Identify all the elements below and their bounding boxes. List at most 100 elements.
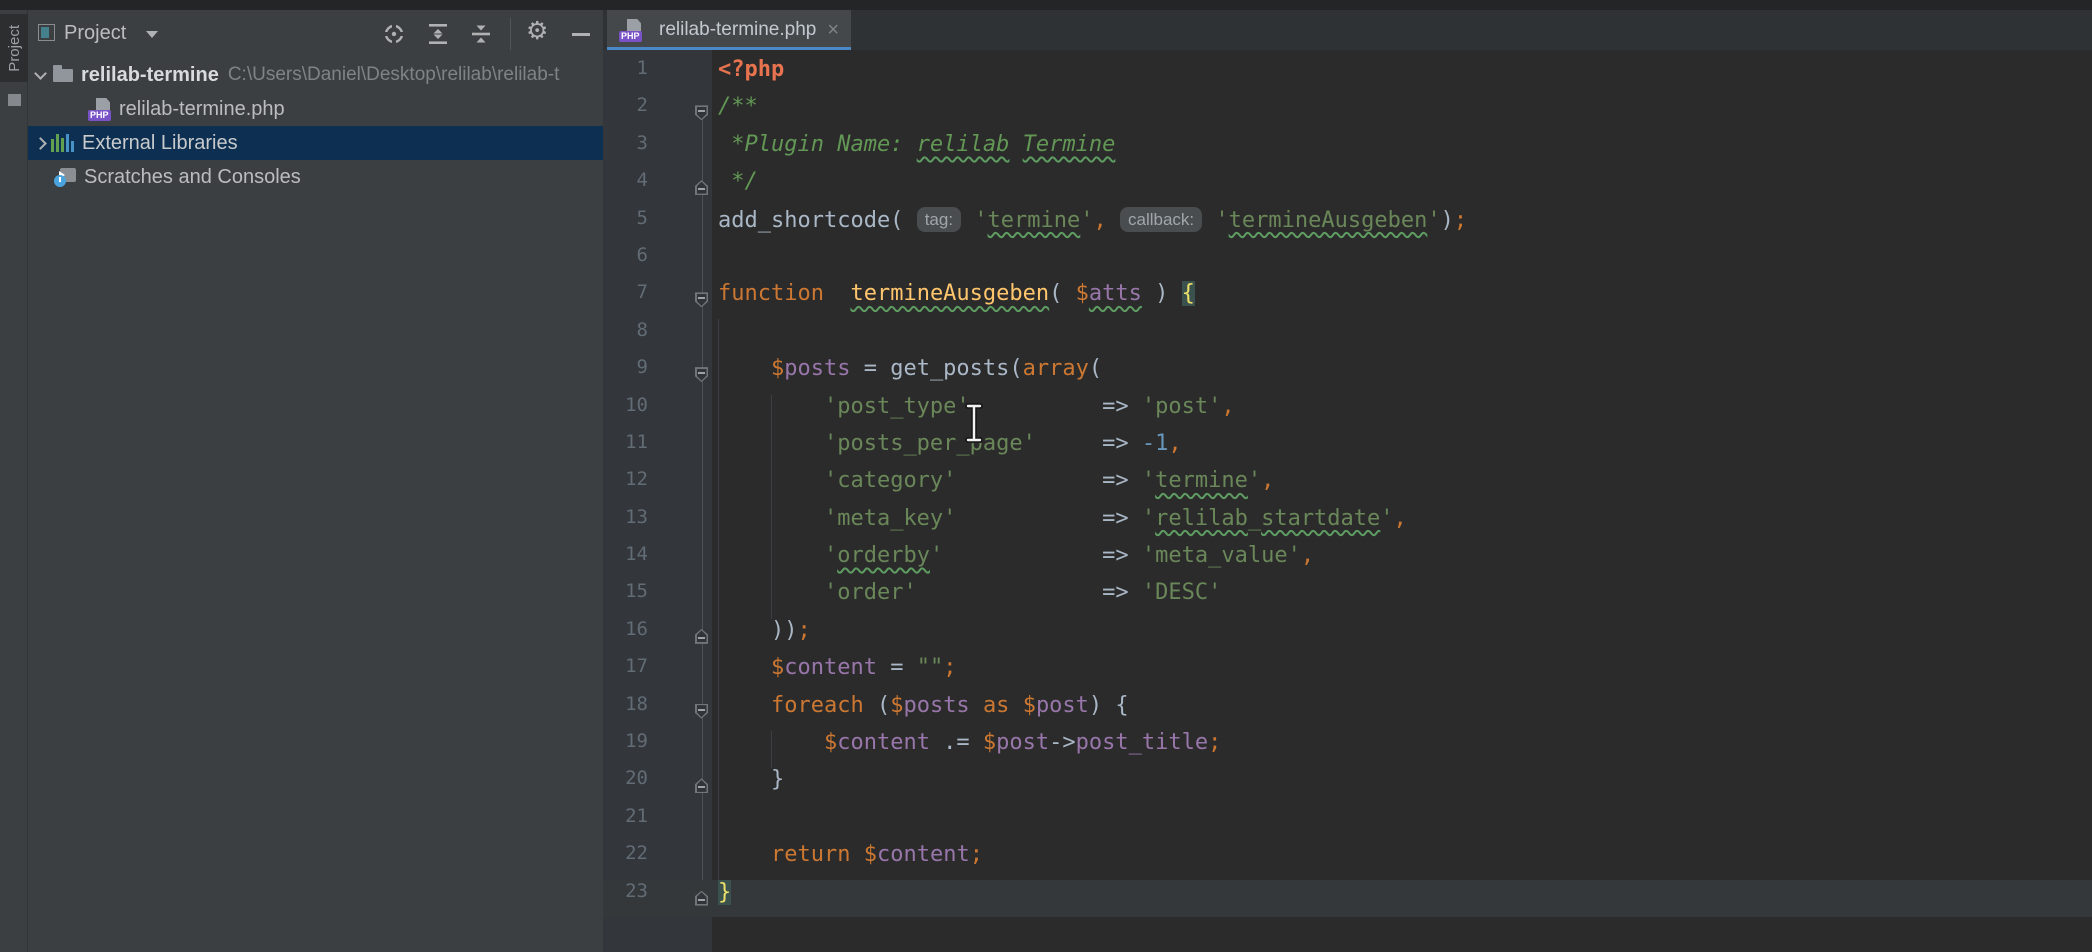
chevron-down-icon[interactable] [34, 67, 47, 80]
fold-marker-icon[interactable] [695, 629, 708, 644]
line-number: 7 [603, 281, 648, 318]
stripe-tab-icon[interactable] [8, 94, 21, 106]
code-text: )); [712, 618, 811, 655]
tree-scratches-label: Scratches and Consoles [84, 166, 301, 189]
fold-column [648, 207, 712, 244]
code-line[interactable]: 19 $content .= $post->post_title; [603, 730, 2092, 767]
code-text: 'orderby' => 'meta_value', [712, 543, 1314, 580]
project-tool-window-icon [38, 24, 55, 41]
code-line[interactable]: 3 *Plugin Name: relilab Termine [603, 132, 2092, 169]
tree-root-label: relilab-termine [81, 64, 219, 87]
line-number: 2 [603, 94, 648, 131]
line-number: 6 [603, 244, 648, 281]
line-number: 23 [603, 880, 648, 917]
code-line[interactable]: 20 } [603, 767, 2092, 804]
line-number: 13 [603, 506, 648, 543]
fold-marker-icon[interactable] [695, 292, 708, 307]
code-text: /** [712, 94, 758, 131]
code-text: <?php [712, 57, 784, 94]
code-text: $posts = get_posts(array( [712, 356, 1102, 393]
tree-row-external-libraries[interactable]: External Libraries [28, 126, 603, 160]
chevron-right-icon[interactable] [34, 137, 47, 150]
code-editor[interactable]: 1<?php2/**3 *Plugin Name: relilab Termin… [603, 50, 2092, 952]
code-line[interactable]: 10 'post_type' => 'post', [603, 394, 2092, 431]
tree-file-label: relilab-termine.php [119, 98, 285, 121]
code-line[interactable]: 21 [603, 805, 2092, 842]
fold-marker-icon[interactable] [695, 891, 708, 906]
tab-relilab-termine-php[interactable]: PHP relilab-termine.php × [607, 10, 851, 50]
code-line[interactable]: 1<?php [603, 57, 2092, 94]
code-line[interactable]: 9 $posts = get_posts(array( [603, 356, 2092, 393]
fold-marker-icon[interactable] [695, 367, 708, 382]
line-number: 8 [603, 319, 648, 356]
fold-column [648, 94, 712, 131]
code-text: function termineAusgeben( $atts ) { [712, 281, 1195, 318]
stripe-tab-project-label: Project [6, 25, 23, 72]
fold-column [648, 57, 712, 94]
code-text [712, 805, 718, 842]
fold-column [648, 281, 712, 318]
code-text: foreach ($posts as $post) { [712, 693, 1129, 730]
locate-file-icon[interactable] [381, 21, 407, 47]
expand-all-icon[interactable] [425, 21, 451, 47]
fold-marker-icon[interactable] [695, 105, 708, 120]
line-number: 3 [603, 132, 648, 169]
php-file-icon: PHP [619, 19, 643, 42]
code-line[interactable]: 7 function termineAusgeben( $atts ) { [603, 281, 2092, 318]
line-number: 16 [603, 618, 648, 655]
code-line[interactable]: 16 )); [603, 618, 2092, 655]
stripe-tab-project[interactable]: Project [0, 14, 28, 82]
fold-column [648, 805, 712, 842]
code-line[interactable]: 5add_shortcode( tag: 'termine', callback… [603, 207, 2092, 244]
text-cursor [962, 402, 986, 444]
tree-row-php-file[interactable]: PHP relilab-termine.php [28, 92, 603, 126]
code-text: *Plugin Name: relilab Termine [712, 132, 1115, 169]
line-number: 4 [603, 169, 648, 206]
fold-column [648, 880, 712, 917]
line-number: 10 [603, 394, 648, 431]
fold-column [648, 132, 712, 169]
code-line[interactable]: 18 foreach ($posts as $post) { [603, 693, 2092, 730]
code-text [712, 244, 718, 281]
fold-marker-icon[interactable] [695, 704, 708, 719]
fold-marker-icon[interactable] [695, 778, 708, 793]
line-number: 21 [603, 805, 648, 842]
chevron-down-icon[interactable] [146, 31, 158, 38]
code-line[interactable]: 6 [603, 244, 2092, 281]
collapse-all-icon[interactable] [468, 21, 494, 47]
code-line[interactable]: 4 */ [603, 169, 2092, 206]
tree-row-scratches[interactable]: Scratches and Consoles [28, 160, 603, 194]
code-line[interactable]: 13 'meta_key' => 'relilab_startdate', [603, 506, 2092, 543]
fold-column [648, 319, 712, 356]
fold-column [648, 244, 712, 281]
tree-root-path: C:\Users\Daniel\Desktop\relilab\relilab-… [228, 64, 560, 86]
tab-label: relilab-termine.php [659, 19, 816, 41]
code-line[interactable]: 17 $content = ""; [603, 655, 2092, 692]
fold-column [648, 693, 712, 730]
fold-column [648, 356, 712, 393]
fold-column [648, 543, 712, 580]
close-icon[interactable]: × [827, 19, 839, 42]
code-line[interactable]: 23} [603, 880, 2092, 917]
code-line[interactable]: 11 'posts_per_page' => -1, [603, 431, 2092, 468]
fold-column [648, 730, 712, 767]
fold-marker-icon[interactable] [695, 180, 708, 195]
settings-gear-icon[interactable]: ⚙ [526, 16, 548, 45]
fold-column [648, 506, 712, 543]
code-line[interactable]: 2 /** [603, 94, 2092, 131]
hide-panel-icon[interactable] [572, 33, 590, 36]
line-number: 15 [603, 580, 648, 617]
code-text: } [712, 880, 731, 917]
tree-row-project-root[interactable]: relilab-termine C:\Users\Daniel\Desktop\… [28, 58, 603, 92]
code-line[interactable]: 15 'order' => 'DESC' [603, 580, 2092, 617]
ide-window: Project Project [0, 0, 2092, 952]
php-file-icon: PHP [88, 98, 112, 121]
code-line[interactable]: 8 [603, 319, 2092, 356]
code-line[interactable]: 12 'category' => 'termine', [603, 468, 2092, 505]
fold-column [648, 169, 712, 206]
external-libraries-icon [51, 134, 74, 152]
editor-tab-bar: PHP relilab-termine.php × [603, 10, 2092, 50]
code-line[interactable]: 14 'orderby' => 'meta_value', [603, 543, 2092, 580]
line-number: 17 [603, 655, 648, 692]
code-line[interactable]: 22 return $content; [603, 842, 2092, 879]
